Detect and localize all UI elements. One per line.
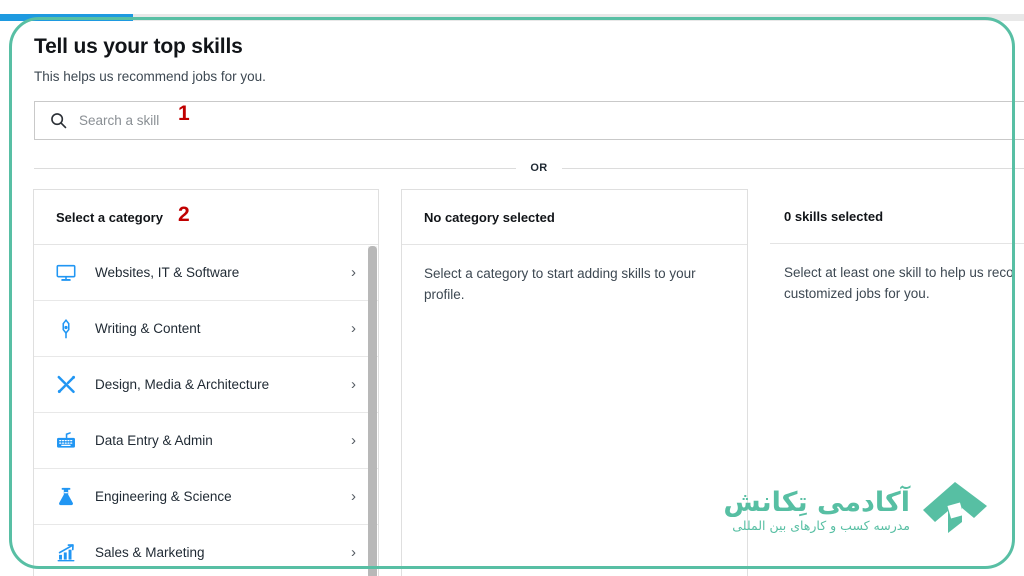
category-list[interactable]: Websites, IT & Software › Writing & Cont… <box>34 245 378 576</box>
category-label: Websites, IT & Software <box>95 265 240 280</box>
category-list-scrollbar[interactable] <box>368 246 377 576</box>
annotation-number-1: 1 <box>178 102 190 125</box>
selected-category-body: Select a category to start adding skills… <box>424 266 696 302</box>
selected-category-panel: No category selected Select a category t… <box>401 189 748 576</box>
category-label: Writing & Content <box>95 321 201 336</box>
page-subtitle: This helps us recommend jobs for you. <box>34 69 266 84</box>
or-label: OR <box>530 162 548 174</box>
chevron-right-icon: › <box>351 376 356 393</box>
monitor-icon <box>54 261 78 285</box>
category-panel-title: Select a category <box>56 209 163 225</box>
selected-skills-body-line2: customized jobs for you. <box>784 286 930 301</box>
chevron-right-icon: › <box>351 432 356 449</box>
or-divider: OR <box>34 156 1024 180</box>
category-label: Design, Media & Architecture <box>95 377 270 392</box>
divider-rule-left <box>34 167 517 169</box>
selected-skills-header: 0 skills selected <box>770 189 1024 244</box>
watermark-text: آکادمی تِکانش مدرسه کسب و کارهای بین الم… <box>723 488 910 536</box>
search-icon <box>51 113 67 129</box>
bar-chart-arrow-icon <box>54 541 78 565</box>
sidebar-item-writing-content[interactable]: Writing & Content › <box>34 301 378 357</box>
selected-category-title: No category selected <box>424 209 555 225</box>
fountain-pen-icon <box>54 317 78 341</box>
tekanesh-logo-icon <box>923 482 987 533</box>
pencil-brush-icon <box>54 373 78 397</box>
chevron-right-icon: › <box>351 264 356 281</box>
category-label: Engineering & Science <box>95 489 232 504</box>
keyboard-icon <box>54 429 78 453</box>
selected-skills-body-line1: Select at least one skill to help us rec… <box>784 265 1014 280</box>
progress-bar-track <box>0 14 1024 21</box>
chevron-right-icon: › <box>351 320 356 337</box>
chevron-right-icon: › <box>351 488 356 505</box>
sidebar-item-engineering-science[interactable]: Engineering & Science › <box>34 469 378 525</box>
page-title: Tell us your top skills <box>34 35 243 58</box>
flask-icon <box>54 485 78 509</box>
category-panel: Select a category Websites, IT & Softwar… <box>33 189 379 576</box>
sidebar-item-sales-marketing[interactable]: Sales & Marketing › <box>34 525 378 576</box>
category-label: Data Entry & Admin <box>95 433 213 448</box>
chevron-right-icon: › <box>351 544 356 561</box>
progress-bar-fill <box>0 14 134 21</box>
sidebar-item-websites-it-software[interactable]: Websites, IT & Software › <box>34 245 378 301</box>
watermark-title: آکادمی تِکانش <box>723 486 910 518</box>
selected-skills-count: 0 skills selected <box>784 208 884 224</box>
category-panel-header: Select a category <box>34 190 378 245</box>
sidebar-item-data-entry-admin[interactable]: Data Entry & Admin › <box>34 413 378 469</box>
watermark-subtitle: مدرسه کسب و کارهای بین المللی <box>732 518 910 534</box>
selected-category-header: No category selected <box>402 190 747 245</box>
search-placeholder-text: Search a skill <box>79 113 160 128</box>
category-label: Sales & Marketing <box>95 545 205 560</box>
divider-rule-right <box>561 167 1024 169</box>
sidebar-item-design-media-architecture[interactable]: Design, Media & Architecture › <box>34 357 378 413</box>
watermark: آکادمی تِکانش مدرسه کسب و کارهای بین الم… <box>723 481 988 543</box>
selected-skills-body: Select at least one skill to help us rec… <box>770 244 1024 322</box>
annotation-number-2: 2 <box>178 203 190 226</box>
scrollbar-thumb[interactable] <box>368 246 377 576</box>
screen-root: Tell us your top skills This helps us re… <box>0 0 1024 576</box>
